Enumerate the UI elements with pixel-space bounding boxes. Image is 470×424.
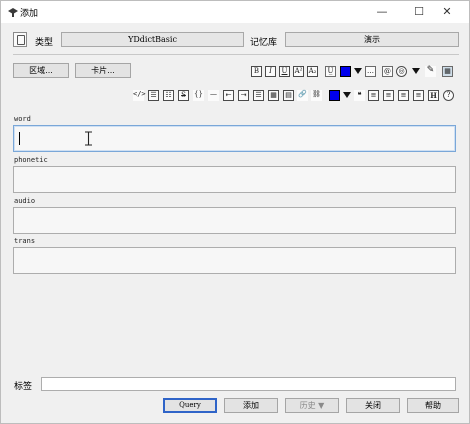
note-type-button[interactable]: YDdictBasic xyxy=(61,32,244,47)
attach-icon[interactable]: @ xyxy=(382,66,393,77)
field-label-trans: trans xyxy=(14,237,36,245)
fields-button[interactable]: 区域... xyxy=(13,63,69,78)
table-icon[interactable]: ▦ xyxy=(268,90,279,101)
close-button[interactable]: 关闭 xyxy=(346,398,400,413)
background-color-dropdown-icon[interactable] xyxy=(342,90,353,101)
clear-format-icon[interactable]: U̲ xyxy=(325,66,336,77)
add-note-window: 添加 — ☐ ✕ 类型 YDdictBasic 记忆库 演示 区域... 卡片.… xyxy=(0,0,470,424)
html-code-icon[interactable]: </> xyxy=(133,90,146,101)
numbered-list-icon[interactable]: ☷ xyxy=(163,90,174,101)
field-input-word[interactable] xyxy=(13,125,456,152)
deck-icon[interactable] xyxy=(13,32,27,47)
close-window-button[interactable]: ✕ xyxy=(429,1,465,23)
field-input-phonetic[interactable] xyxy=(13,166,456,193)
record-audio-icon[interactable]: ◎ xyxy=(396,66,407,77)
pen-icon[interactable]: ✎ xyxy=(425,66,436,77)
keyboard-icon[interactable]: ▤ xyxy=(283,90,294,101)
text-color-icon[interactable] xyxy=(340,66,351,77)
history-button[interactable]: 历史 ▼ xyxy=(285,398,339,413)
superscript-icon[interactable]: A² xyxy=(293,66,304,77)
indent-icon[interactable]: ⇥ xyxy=(238,90,249,101)
link-icon[interactable]: 🔗 xyxy=(297,90,308,101)
code-braces-icon[interactable]: {} xyxy=(193,90,204,101)
text-caret xyxy=(19,132,20,145)
italic-icon[interactable]: I xyxy=(265,66,276,77)
minimize-button[interactable]: — xyxy=(364,1,400,23)
text-color-dropdown-icon[interactable] xyxy=(353,66,364,77)
field-label-phonetic: phonetic xyxy=(14,156,48,164)
app-icon xyxy=(8,8,18,17)
definition-list-icon[interactable]: ☰ xyxy=(253,90,264,101)
outdent-icon[interactable]: ⇤ xyxy=(223,90,234,101)
deck-label: 记忆库 xyxy=(250,38,278,48)
strikethrough-icon[interactable]: S xyxy=(178,90,189,101)
add-button[interactable]: 添加 xyxy=(224,398,278,413)
unlink-icon[interactable]: ⛓ xyxy=(311,90,322,101)
field-label-word: word xyxy=(14,115,31,123)
ibeam-cursor-icon xyxy=(85,131,92,146)
title-bar: 添加 — ☐ ✕ xyxy=(1,1,469,23)
justify-icon[interactable]: ≡ xyxy=(413,90,424,101)
window-title: 添加 xyxy=(20,9,39,19)
help-button[interactable]: 帮助 xyxy=(407,398,459,413)
field-input-audio[interactable] xyxy=(13,207,456,234)
field-input-trans[interactable] xyxy=(13,247,456,274)
tags-input[interactable] xyxy=(41,377,456,391)
more-options-icon[interactable]: … xyxy=(365,66,376,77)
bold-icon[interactable]: B xyxy=(251,66,262,77)
cards-button[interactable]: 卡片... xyxy=(75,63,131,78)
align-center-icon[interactable]: ≡ xyxy=(383,90,394,101)
image-occlusion-icon[interactable]: ▦ xyxy=(442,66,453,77)
divider xyxy=(13,54,459,55)
background-color-icon[interactable] xyxy=(329,90,340,101)
type-label: 类型 xyxy=(35,38,54,48)
tags-label: 标签 xyxy=(14,382,33,392)
align-right-icon[interactable]: ≡ xyxy=(398,90,409,101)
heading-icon[interactable]: H xyxy=(428,90,439,101)
align-left-icon[interactable]: ≡ xyxy=(368,90,379,101)
record-dropdown-icon[interactable] xyxy=(411,66,422,77)
underline-icon[interactable]: U xyxy=(279,66,290,77)
blockquote-icon[interactable]: ❝ xyxy=(354,90,365,101)
deck-button[interactable]: 演示 xyxy=(285,32,459,47)
field-label-audio: audio xyxy=(14,197,36,205)
subscript-icon[interactable]: A₂ xyxy=(307,66,318,77)
horizontal-rule-icon[interactable]: — xyxy=(208,90,219,101)
help-icon[interactable]: ? xyxy=(443,90,454,101)
query-button[interactable]: Query xyxy=(163,398,217,413)
bullet-list-icon[interactable]: ☰ xyxy=(148,90,159,101)
